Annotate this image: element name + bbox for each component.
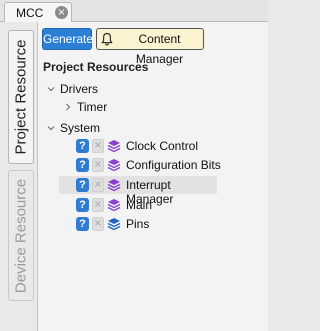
section-title: Project Resources (43, 60, 149, 74)
tab-mcc-label: MCC (16, 6, 44, 20)
help-icon[interactable]: ? (76, 139, 89, 153)
chevron-down-icon[interactable] (46, 84, 56, 94)
remove-icon[interactable]: × (92, 178, 104, 192)
tree-node-system[interactable]: System (38, 119, 268, 137)
bell-icon (101, 32, 113, 46)
resource-label: Pins (126, 217, 150, 231)
generate-button[interactable]: Generate (42, 28, 93, 50)
tree-node-label: Drivers (60, 82, 98, 96)
close-icon[interactable]: × (55, 6, 68, 19)
tab-project-resource-label: Project Resource (12, 39, 30, 155)
layers-icon (107, 179, 121, 192)
tree-node-drivers[interactable]: Drivers (38, 80, 268, 98)
resource-row-main[interactable]: ? × Main (38, 196, 268, 214)
content-manager-button[interactable]: Content Manager (96, 28, 204, 66)
resource-label: Configuration Bits (126, 158, 221, 172)
layers-icon (107, 140, 121, 153)
project-resources-panel: Generate Content Manager Project Resourc… (38, 22, 268, 331)
remove-icon[interactable]: × (92, 139, 104, 153)
layers-icon (107, 199, 121, 212)
resource-row-configuration-bits[interactable]: ? × Configuration Bits (38, 156, 268, 174)
remove-icon[interactable]: × (92, 198, 104, 212)
tab-mcc[interactable]: MCC × (4, 2, 72, 22)
help-icon[interactable]: ? (76, 158, 89, 172)
resource-row-pins[interactable]: ? × Pins (38, 215, 268, 233)
layers-icon (107, 159, 121, 172)
help-icon[interactable]: ? (76, 217, 89, 231)
tree-node-label: Timer (77, 100, 108, 114)
resource-row-interrupt-manager[interactable]: ? × Interrupt Manager (59, 176, 217, 206)
tree-node-timer[interactable]: Timer (38, 98, 268, 116)
chevron-down-icon[interactable] (46, 123, 56, 133)
tab-device-resource-label: Device Resource (12, 178, 30, 293)
resource-label: Clock Control (126, 139, 199, 153)
help-icon[interactable]: ? (76, 178, 89, 192)
remove-icon[interactable]: × (92, 158, 104, 172)
tree-node-label: System (60, 121, 101, 135)
chevron-right-icon[interactable] (63, 102, 73, 112)
help-icon[interactable]: ? (76, 198, 89, 212)
resource-label: Main (126, 198, 153, 212)
toolbar: Generate Content Manager (38, 22, 268, 66)
layers-icon (107, 218, 121, 231)
tab-device-resource[interactable]: Device Resource (8, 170, 34, 301)
tab-project-resource[interactable]: Project Resource (8, 30, 34, 164)
mcc-window: { "tab": { "label": "MCC", "close_symbol… (0, 0, 268, 331)
editor-tab-strip: MCC × (0, 0, 268, 22)
remove-icon[interactable]: × (92, 217, 104, 231)
resource-side-tabs: Project Resource Device Resource (0, 22, 38, 331)
resource-row-clock-control[interactable]: ? × Clock Control (38, 137, 268, 155)
